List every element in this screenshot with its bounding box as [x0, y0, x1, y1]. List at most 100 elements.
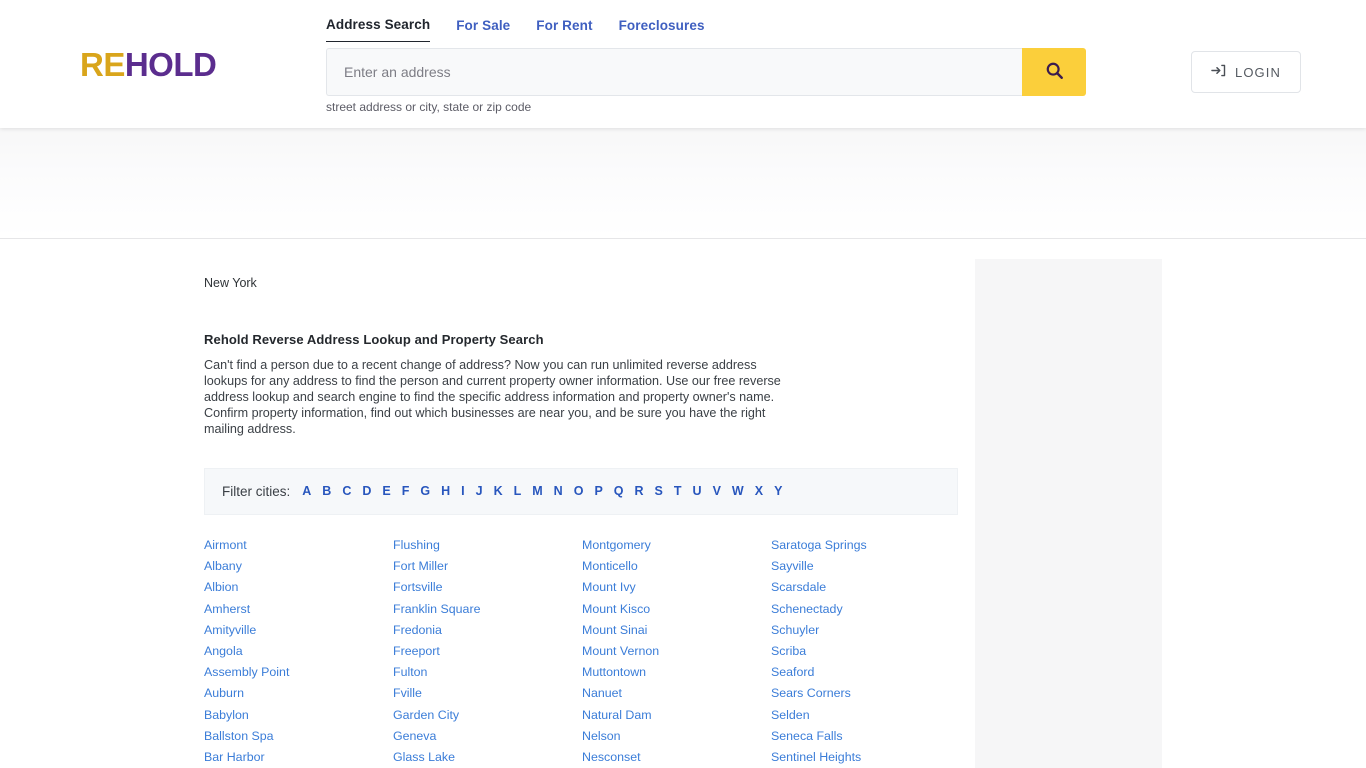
alpha-filter-g[interactable]: G: [420, 485, 430, 498]
search-input[interactable]: [326, 48, 1022, 96]
site-logo[interactable]: REHOLD: [80, 46, 217, 83]
city-link[interactable]: Scarsdale: [771, 577, 960, 598]
city-link[interactable]: Fulton: [393, 662, 582, 683]
city-link[interactable]: Montgomery: [582, 535, 771, 556]
alpha-filter-l[interactable]: L: [514, 485, 522, 498]
city-link[interactable]: Monticello: [582, 556, 771, 577]
city-link[interactable]: Mount Sinai: [582, 620, 771, 641]
logo-text-re: RE: [80, 46, 125, 83]
filter-cities-bar: Filter cities: ABCDEFGHIJKLMNOPQRSTUVWXY: [204, 467, 958, 515]
search-hint-text: street address or city, state or zip cod…: [326, 100, 532, 114]
logo-text-hold: HOLD: [124, 46, 217, 83]
breadcrumb[interactable]: New York: [204, 276, 960, 290]
alpha-filter-o[interactable]: O: [574, 485, 584, 498]
city-link[interactable]: Sears Corners: [771, 683, 960, 704]
nav-item-for-sale[interactable]: For Sale: [456, 18, 510, 42]
city-link[interactable]: Airmont: [204, 535, 393, 556]
city-link[interactable]: Freeport: [393, 641, 582, 662]
city-link[interactable]: Selden: [771, 705, 960, 726]
sidebar-ad-placeholder: [975, 259, 1162, 768]
city-link[interactable]: Seaford: [771, 662, 960, 683]
nav-item-foreclosures[interactable]: Foreclosures: [619, 18, 705, 42]
city-links-grid: Airmont Albany Albion Amherst Amityville Ango…: [204, 535, 960, 768]
alpha-filter-y[interactable]: Y: [774, 485, 782, 498]
city-link[interactable]: Natural Dam: [582, 705, 771, 726]
address-search-form: [326, 48, 1086, 96]
city-link[interactable]: Geneva: [393, 726, 582, 747]
alpha-filter-f[interactable]: F: [402, 485, 410, 498]
alphabet-filter-list: ABCDEFGHIJKLMNOPQRSTUVWXY: [302, 485, 793, 498]
alpha-filter-n[interactable]: N: [554, 485, 563, 498]
search-icon: [1045, 61, 1064, 83]
city-link[interactable]: Fredonia: [393, 620, 582, 641]
city-link[interactable]: Fville: [393, 683, 582, 704]
alpha-filter-k[interactable]: K: [494, 485, 503, 498]
city-link[interactable]: Schuyler: [771, 620, 960, 641]
city-link[interactable]: Flushing: [393, 535, 582, 556]
city-column-4: Saratoga Springs Sayville Scarsdale Schenec…: [771, 535, 960, 768]
city-link[interactable]: Mount Kisco: [582, 599, 771, 620]
city-link[interactable]: Bar Harbor: [204, 747, 393, 768]
city-link[interactable]: Ballston Spa: [204, 726, 393, 747]
city-link[interactable]: Seneca Falls: [771, 726, 960, 747]
nav-item-address-search[interactable]: Address Search: [326, 17, 431, 42]
alpha-filter-j[interactable]: J: [476, 485, 483, 498]
city-column-2: Flushing Fort Miller Fortsville Franklin Sq…: [393, 535, 582, 768]
city-link[interactable]: Mount Vernon: [582, 641, 771, 662]
search-button[interactable]: [1022, 48, 1086, 96]
city-link[interactable]: Scriba: [771, 641, 960, 662]
main-navigation: Address Search For Sale For Rent Foreclo…: [326, 17, 731, 42]
city-column-3: Montgomery Monticello Mount Ivy Mount Kisco…: [582, 535, 771, 768]
city-link[interactable]: Nesconset: [582, 747, 771, 768]
city-link[interactable]: Amherst: [204, 599, 393, 620]
city-link[interactable]: Garden City: [393, 705, 582, 726]
page-description: Can't find a person due to a recent chan…: [204, 358, 781, 436]
alpha-filter-c[interactable]: C: [342, 485, 351, 498]
city-link[interactable]: Fortsville: [393, 577, 582, 598]
page-title: Rehold Reverse Address Lookup and Proper…: [204, 332, 544, 347]
page-body: New York Rehold Reverse Address Lookup a…: [0, 239, 1366, 768]
city-link[interactable]: Glass Lake: [393, 747, 582, 768]
city-link[interactable]: Nanuet: [582, 683, 771, 704]
alpha-filter-e[interactable]: E: [382, 485, 390, 498]
alpha-filter-s[interactable]: S: [655, 485, 663, 498]
alpha-filter-p[interactable]: P: [594, 485, 602, 498]
city-link[interactable]: Franklin Square: [393, 599, 582, 620]
filter-cities-label: Filter cities:: [222, 483, 291, 499]
alpha-filter-r[interactable]: R: [635, 485, 644, 498]
city-link[interactable]: Sentinel Heights: [771, 747, 960, 768]
alpha-filter-x[interactable]: X: [755, 485, 763, 498]
city-link[interactable]: Fort Miller: [393, 556, 582, 577]
city-link[interactable]: Nelson: [582, 726, 771, 747]
city-link[interactable]: Assembly Point: [204, 662, 393, 683]
alpha-filter-h[interactable]: H: [441, 485, 450, 498]
nav-item-for-rent[interactable]: For Rent: [536, 18, 592, 42]
alpha-filter-a[interactable]: A: [302, 485, 311, 498]
main-content-column: New York Rehold Reverse Address Lookup a…: [204, 239, 960, 768]
alpha-filter-v[interactable]: V: [713, 485, 721, 498]
alpha-filter-i[interactable]: I: [461, 485, 464, 498]
login-button-label: LOGIN: [1235, 64, 1281, 80]
alpha-filter-t[interactable]: T: [674, 485, 682, 498]
city-link[interactable]: Albany: [204, 556, 393, 577]
city-link[interactable]: Auburn: [204, 683, 393, 704]
alpha-filter-d[interactable]: D: [362, 485, 371, 498]
alpha-filter-w[interactable]: W: [732, 485, 744, 498]
alpha-filter-u[interactable]: U: [693, 485, 702, 498]
city-link[interactable]: Sayville: [771, 556, 960, 577]
login-button[interactable]: LOGIN: [1191, 51, 1301, 93]
alpha-filter-m[interactable]: M: [532, 485, 542, 498]
alpha-filter-q[interactable]: Q: [614, 485, 624, 498]
city-link[interactable]: Saratoga Springs: [771, 535, 960, 556]
city-column-1: Airmont Albany Albion Amherst Amityville Ango…: [204, 535, 393, 768]
city-link[interactable]: Muttontown: [582, 662, 771, 683]
city-link[interactable]: Amityville: [204, 620, 393, 641]
city-link[interactable]: Albion: [204, 577, 393, 598]
city-link[interactable]: Schenectady: [771, 599, 960, 620]
city-link[interactable]: Angola: [204, 641, 393, 662]
site-header: REHOLD Address Search For Sale For Rent …: [0, 0, 1366, 128]
top-banner-placeholder: [0, 128, 1366, 239]
city-link[interactable]: Babylon: [204, 705, 393, 726]
alpha-filter-b[interactable]: B: [322, 485, 331, 498]
city-link[interactable]: Mount Ivy: [582, 577, 771, 598]
